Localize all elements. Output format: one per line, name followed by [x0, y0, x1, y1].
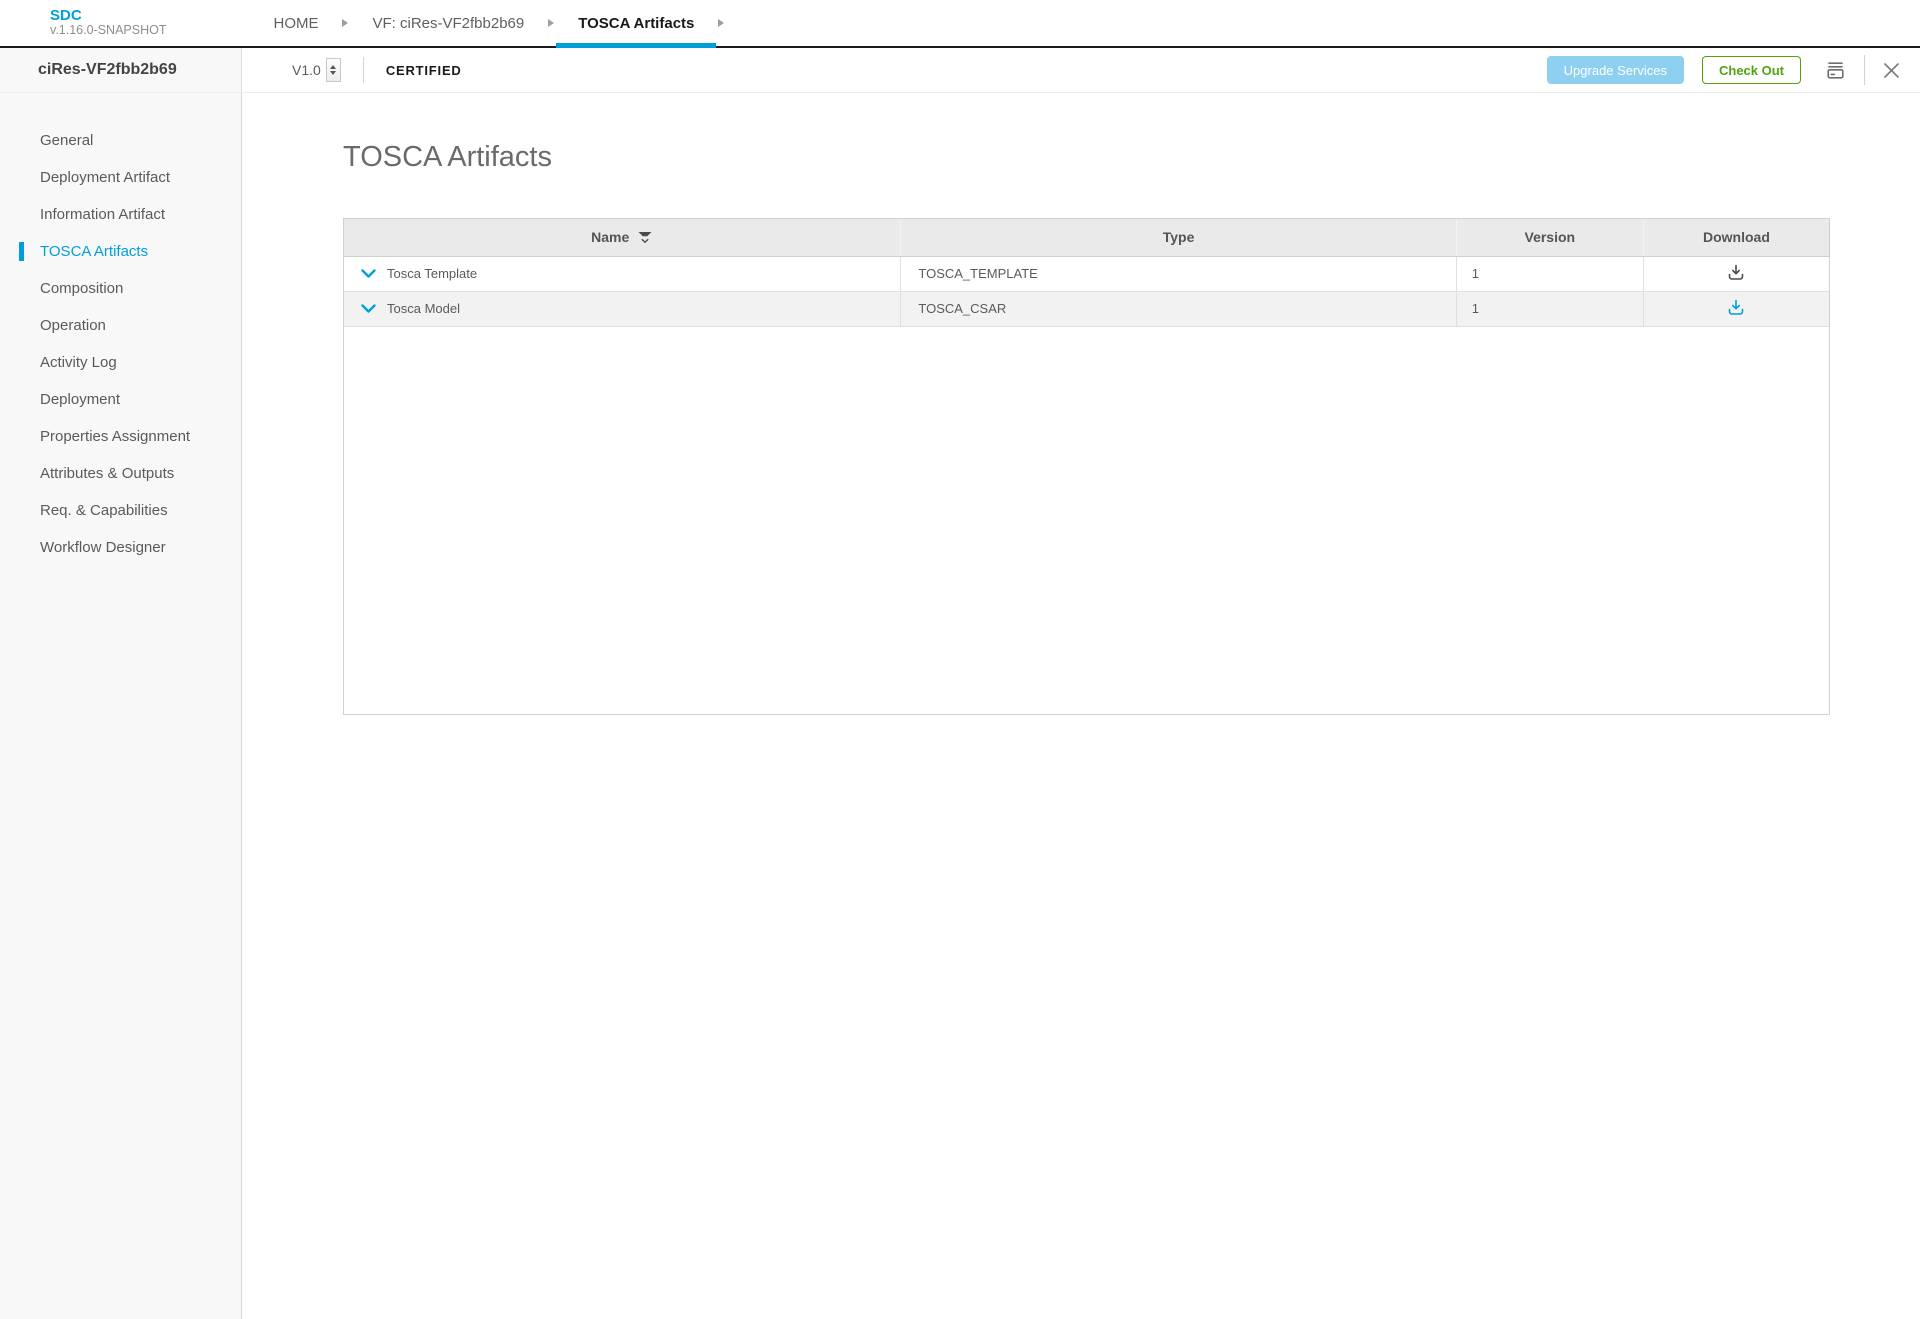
breadcrumb-home[interactable]: HOME: [251, 0, 340, 46]
sidebar-item-deployment-artifact[interactable]: Deployment Artifact: [0, 159, 241, 196]
table-header-row: Name Type Vers: [344, 219, 1829, 256]
sdc-logo: SDC v.1.16.0-SNAPSHOT: [50, 0, 166, 46]
upgrade-services-button[interactable]: Upgrade Services: [1547, 56, 1684, 84]
expand-row-button[interactable]: [361, 269, 376, 278]
sidebar-item-activity-log[interactable]: Activity Log: [0, 344, 241, 381]
component-header-controls: V1.0 CERTIFIED Upgrade Services Check Ou…: [242, 48, 1920, 92]
breadcrumb-separator-icon: [340, 0, 350, 46]
column-header-download[interactable]: Download: [1643, 219, 1829, 256]
breadcrumb: HOME VF: ciRes-VF2fbb2b69 TOSCA Artifact…: [251, 0, 726, 46]
artifact-name: Tosca Model: [387, 301, 460, 316]
artifacts-table: Name Type Vers: [344, 219, 1829, 327]
lifecycle-state-badge: CERTIFIED: [386, 63, 462, 78]
workspace-body: General Deployment Artifact Information …: [0, 93, 1920, 1319]
sdc-build-version: v.1.16.0-SNAPSHOT: [50, 24, 166, 38]
header-divider: [363, 57, 364, 83]
column-header-type[interactable]: Type: [901, 219, 1456, 256]
download-icon: [1727, 299, 1745, 316]
column-header-version[interactable]: Version: [1456, 219, 1643, 256]
artifact-type: TOSCA_TEMPLATE: [901, 256, 1456, 291]
spinner-up-icon: [330, 65, 336, 69]
artifact-name: Tosca Template: [387, 266, 477, 281]
sdc-app-window: SDC v.1.16.0-SNAPSHOT HOME VF: ciRes-VF2…: [0, 0, 1920, 1319]
column-header-name[interactable]: Name: [344, 219, 901, 256]
artifact-version: 1: [1456, 291, 1643, 326]
table-row-tosca-template[interactable]: Tosca Template TOSCA_TEMPLATE 1: [344, 256, 1829, 291]
table-row-tosca-model[interactable]: Tosca Model TOSCA_CSAR 1: [344, 291, 1829, 326]
chevron-down-icon: [361, 304, 376, 313]
component-header: ciRes-VF2fbb2b69 V1.0 CERTIFIED Upgrade …: [0, 48, 1920, 93]
printer-icon: [1825, 61, 1846, 80]
spinner-down-icon: [330, 71, 336, 75]
chevron-down-icon: [361, 269, 376, 278]
sidebar-item-attributes-outputs[interactable]: Attributes & Outputs: [0, 455, 241, 492]
top-nav-bar: SDC v.1.16.0-SNAPSHOT HOME VF: ciRes-VF2…: [0, 0, 1920, 48]
sort-icon[interactable]: [637, 231, 653, 244]
download-button[interactable]: [1727, 299, 1745, 316]
sidebar-item-req-capabilities[interactable]: Req. & Capabilities: [0, 492, 241, 529]
breadcrumb-separator-icon: [716, 0, 726, 46]
version-selected-label: V1.0: [292, 62, 321, 78]
component-name-title: ciRes-VF2fbb2b69: [0, 48, 242, 92]
version-spinner[interactable]: [326, 58, 341, 82]
close-button[interactable]: [1879, 58, 1904, 83]
sidebar: General Deployment Artifact Information …: [0, 93, 242, 1319]
sdc-logo-text: SDC: [50, 8, 166, 25]
close-icon: [1883, 62, 1900, 79]
download-button[interactable]: [1727, 264, 1745, 281]
sidebar-item-general[interactable]: General: [0, 122, 241, 159]
sidebar-item-composition[interactable]: Composition: [0, 270, 241, 307]
column-header-name-label: Name: [591, 229, 629, 245]
artifact-type: TOSCA_CSAR: [901, 291, 1456, 326]
sidebar-item-workflow-designer[interactable]: Workflow Designer: [0, 529, 241, 566]
sidebar-item-tosca-artifacts[interactable]: TOSCA Artifacts: [0, 233, 241, 270]
artifact-version: 1: [1456, 256, 1643, 291]
header-divider: [1864, 55, 1865, 85]
artifacts-table-container: Name Type Vers: [343, 218, 1830, 715]
sidebar-item-information-artifact[interactable]: Information Artifact: [0, 196, 241, 233]
breadcrumb-tosca-artifacts[interactable]: TOSCA Artifacts: [556, 0, 716, 46]
sidebar-item-operation[interactable]: Operation: [0, 307, 241, 344]
page-title: TOSCA Artifacts: [343, 140, 1920, 174]
print-button[interactable]: [1821, 57, 1850, 84]
sidebar-item-deployment[interactable]: Deployment: [0, 381, 241, 418]
breadcrumb-vf[interactable]: VF: ciRes-VF2fbb2b69: [350, 0, 546, 46]
sidebar-item-properties-assignment[interactable]: Properties Assignment: [0, 418, 241, 455]
check-out-button[interactable]: Check Out: [1702, 56, 1801, 84]
breadcrumb-separator-icon: [546, 0, 556, 46]
main-content: TOSCA Artifacts Name: [242, 93, 1920, 1319]
download-icon: [1727, 264, 1745, 281]
expand-row-button[interactable]: [361, 304, 376, 313]
